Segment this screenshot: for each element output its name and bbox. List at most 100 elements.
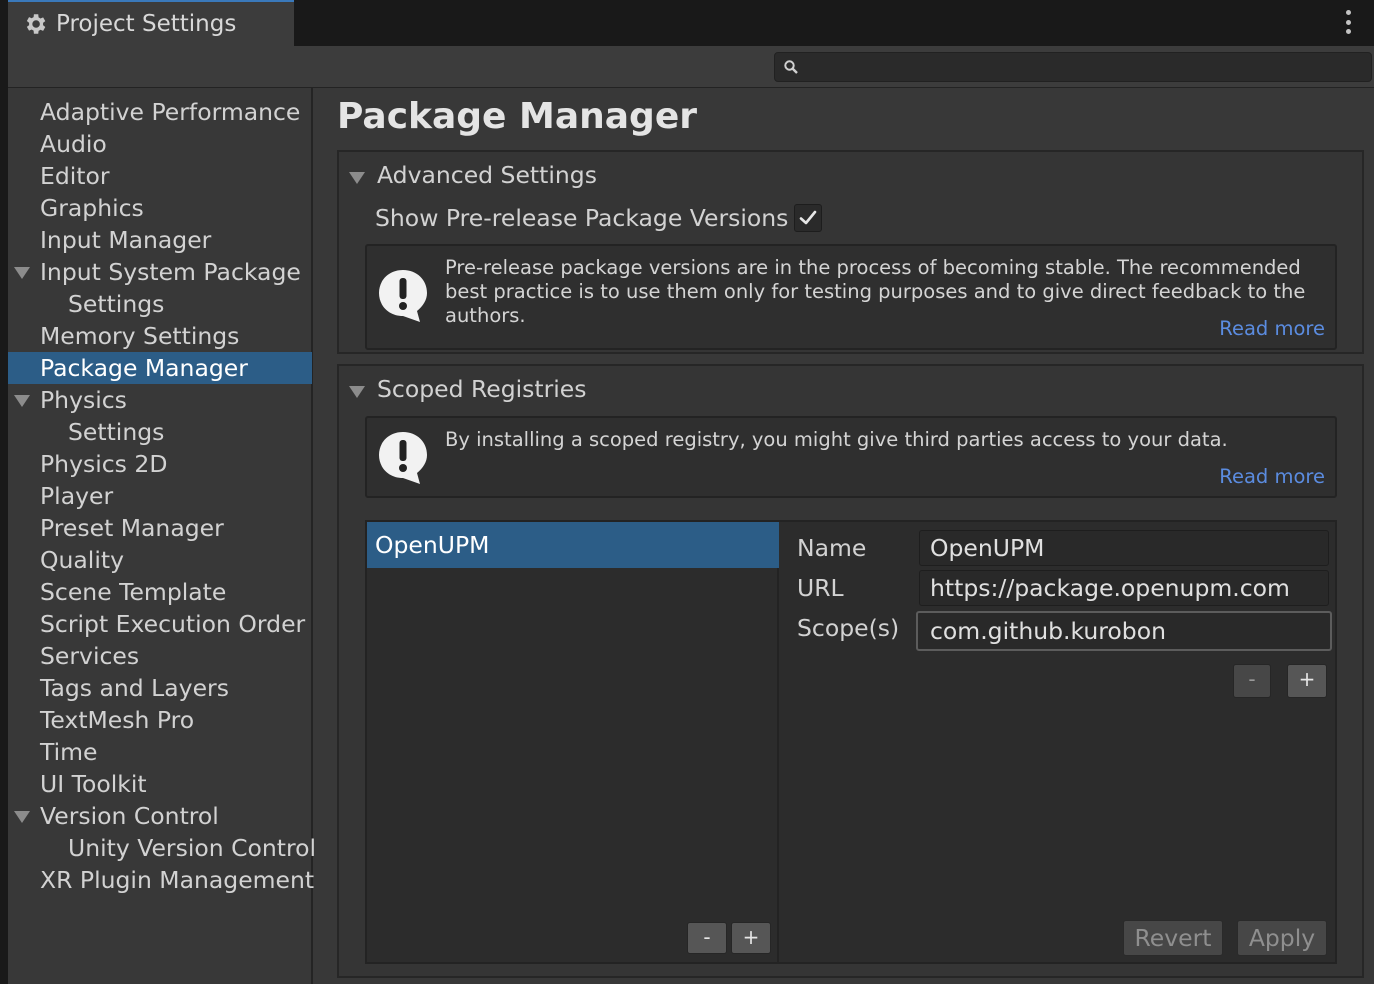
sidebar-item-label: Settings <box>68 290 165 318</box>
sidebar-item-editor[interactable]: Editor <box>8 160 312 192</box>
sidebar-item-label: Player <box>40 482 114 510</box>
apply-button[interactable]: Apply <box>1237 920 1327 956</box>
sidebar-item-script-execution-order[interactable]: Script Execution Order <box>8 608 312 640</box>
window-title: Project Settings <box>56 11 237 37</box>
prerelease-label: Show Pre-release Package Versions <box>375 204 789 232</box>
name-field[interactable]: OpenUPM <box>919 530 1329 566</box>
sidebar-item-physics-2d[interactable]: Physics 2D <box>8 448 312 480</box>
prerelease-checkbox[interactable] <box>794 204 823 232</box>
sidebar-item-version-control[interactable]: Version Control <box>8 800 312 832</box>
sidebar-item-audio[interactable]: Audio <box>8 128 312 160</box>
sidebar-item-physics[interactable]: Physics <box>8 384 312 416</box>
sidebar-item-package-manager[interactable]: Package Manager <box>8 352 312 384</box>
sidebar-item-label: Version Control <box>40 802 219 830</box>
scoped-registry-help-box: By installing a scoped registry, you mig… <box>365 416 1337 498</box>
remove-registry-button[interactable]: - <box>687 922 727 954</box>
section-title: Advanced Settings <box>377 161 597 189</box>
sidebar-item-unity-version-control[interactable]: Unity Version Control <box>8 832 316 864</box>
project-settings-window: Adaptive Performance Audio Editor Graphi… <box>8 46 1374 984</box>
prerelease-help-box: Pre-release package versions are in the … <box>365 244 1337 350</box>
sidebar-item-preset-manager[interactable]: Preset Manager <box>8 512 312 544</box>
sidebar-item-label: Quality <box>40 546 124 574</box>
sidebar-item-label: TextMesh Pro <box>40 706 195 734</box>
read-more-link[interactable]: Read more <box>1219 317 1325 340</box>
scoped-registries-header[interactable]: Scoped Registries <box>349 374 587 404</box>
sidebar-item-xr-plugin-management[interactable]: XR Plugin Management <box>8 864 315 896</box>
sidebar-item-player[interactable]: Player <box>8 480 312 512</box>
settings-sidebar: Adaptive Performance Audio Editor Graphi… <box>8 88 316 984</box>
scope-field[interactable]: com.github.kurobon <box>916 611 1332 651</box>
foldout-arrow-icon <box>349 172 365 184</box>
add-registry-button[interactable]: + <box>731 922 771 954</box>
title-bar: Project Settings <box>0 0 1374 46</box>
sidebar-item-label: Scene Template <box>40 578 227 606</box>
sidebar-item-physics-settings[interactable]: Settings <box>8 416 312 448</box>
sidebar-item-label: Unity Version Control <box>68 834 317 862</box>
advanced-settings-header[interactable]: Advanced Settings <box>349 160 597 190</box>
sidebar-item-label: Settings <box>68 418 165 446</box>
sidebar-item-memory-settings[interactable]: Memory Settings <box>8 320 312 352</box>
sidebar-item-label: XR Plugin Management <box>40 866 315 894</box>
section-title: Scoped Registries <box>377 375 587 403</box>
sidebar-item-label: Tags and Layers <box>40 674 229 702</box>
registry-list: OpenUPM - + <box>367 522 779 962</box>
url-field[interactable]: https://package.openupm.com <box>919 570 1329 606</box>
search-icon <box>783 59 799 75</box>
sidebar-item-label: Memory Settings <box>40 322 240 350</box>
warning-icon <box>375 266 431 324</box>
help-message: By installing a scoped registry, you mig… <box>445 428 1228 451</box>
foldout-arrow-icon <box>349 386 365 398</box>
sidebar-item-services[interactable]: Services <box>8 640 312 672</box>
sidebar-item-label: Physics <box>40 386 127 414</box>
prerelease-toggle-row: Show Pre-release Package Versions <box>375 204 823 232</box>
help-message: Pre-release package versions are in the … <box>445 256 1306 327</box>
sidebar-item-input-system-settings[interactable]: Settings <box>8 288 312 320</box>
sidebar-item-ui-toolkit[interactable]: UI Toolkit <box>8 768 312 800</box>
expand-arrow-icon[interactable] <box>14 811 30 823</box>
sidebar-item-scene-template[interactable]: Scene Template <box>8 576 312 608</box>
warning-icon <box>375 428 431 486</box>
read-more-link[interactable]: Read more <box>1219 465 1325 488</box>
registry-list-item[interactable]: OpenUPM <box>367 522 779 568</box>
checkmark-icon <box>800 210 817 225</box>
registry-editor: OpenUPM - + Name OpenUPM URL https://pac… <box>365 520 1337 964</box>
sidebar-item-graphics[interactable]: Graphics <box>8 192 312 224</box>
sidebar-item-input-manager[interactable]: Input Manager <box>8 224 312 256</box>
sidebar-item-label: Script Execution Order <box>40 610 306 638</box>
sidebar-item-label: Input System Package <box>40 258 301 286</box>
sidebar-item-label: Adaptive Performance <box>40 98 301 126</box>
sidebar-item-label: Graphics <box>40 194 144 222</box>
scoped-registries-section: Scoped Registries By installing a scoped… <box>337 364 1364 978</box>
remove-scope-button[interactable]: - <box>1233 664 1271 698</box>
gear-icon <box>22 11 48 37</box>
sidebar-item-tags-and-layers[interactable]: Tags and Layers <box>8 672 312 704</box>
page-title: Package Manager <box>337 96 697 137</box>
registry-details: Name OpenUPM URL https://package.openupm… <box>781 522 1335 962</box>
url-label: URL <box>797 574 844 602</box>
scopes-label: Scope(s) <box>797 614 900 642</box>
sidebar-item-label: Audio <box>40 130 107 158</box>
sidebar-item-label: Preset Manager <box>40 514 224 542</box>
window-tab[interactable]: Project Settings <box>8 0 294 46</box>
name-label: Name <box>797 534 867 562</box>
advanced-settings-section: Advanced Settings Show Pre-release Packa… <box>337 150 1364 354</box>
sidebar-item-label: Physics 2D <box>40 450 168 478</box>
sidebar-item-textmesh-pro[interactable]: TextMesh Pro <box>8 704 312 736</box>
expand-arrow-icon[interactable] <box>14 267 30 279</box>
sidebar-item-label: Package Manager <box>40 354 248 382</box>
expand-arrow-icon[interactable] <box>14 395 30 407</box>
sidebar-item-quality[interactable]: Quality <box>8 544 312 576</box>
sidebar-item-adaptive-performance[interactable]: Adaptive Performance <box>8 96 312 128</box>
revert-button[interactable]: Revert <box>1123 920 1223 956</box>
search-input[interactable] <box>774 52 1372 82</box>
add-scope-button[interactable]: + <box>1287 664 1327 698</box>
kebab-menu-icon[interactable] <box>1336 8 1360 36</box>
sidebar-item-label: Time <box>40 738 98 766</box>
sidebar-item-input-system-package[interactable]: Input System Package <box>8 256 312 288</box>
sidebar-item-label: UI Toolkit <box>40 770 147 798</box>
sidebar-item-label: Services <box>40 642 140 670</box>
sidebar-item-time[interactable]: Time <box>8 736 312 768</box>
sidebar-item-label: Editor <box>40 162 110 190</box>
sidebar-item-label: Input Manager <box>40 226 212 254</box>
settings-content: Package Manager Advanced Settings Show P… <box>315 88 1374 984</box>
